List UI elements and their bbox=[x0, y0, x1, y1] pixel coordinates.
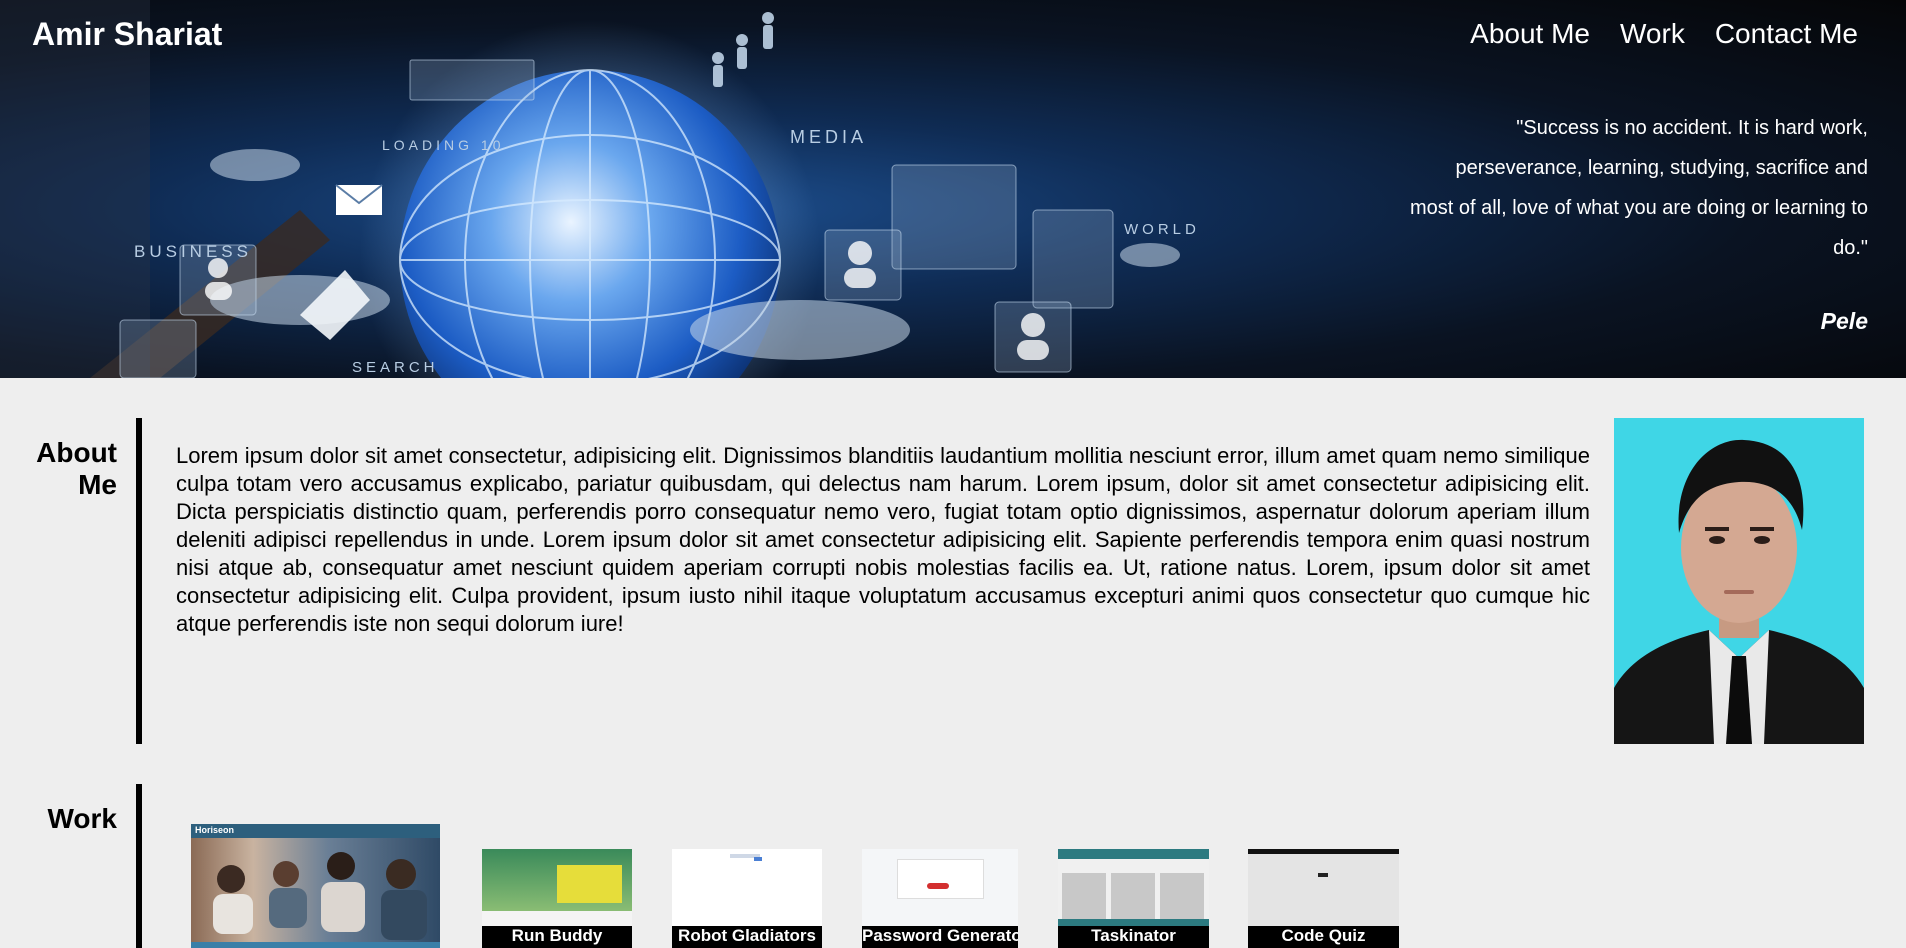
hero-text-business: BUSINESS bbox=[134, 242, 252, 261]
project-robot-gladiators[interactable]: Robot Gladiators bbox=[672, 849, 822, 948]
project-run-buddy[interactable]: Run Buddy bbox=[482, 849, 632, 948]
nav-link-contact-me[interactable]: Contact Me bbox=[1715, 18, 1858, 50]
hero-text-media: MEDIA bbox=[790, 127, 867, 147]
profile-photo bbox=[1614, 418, 1864, 744]
hero-text-search: SEARCH bbox=[352, 359, 439, 376]
main-nav: About Me Work Contact Me bbox=[1470, 18, 1858, 50]
about-body-text: Lorem ipsum dolor sit amet consectetur, … bbox=[176, 443, 1590, 636]
nav-link-about-me[interactable]: About Me bbox=[1470, 18, 1590, 50]
about-divider-bar bbox=[136, 418, 142, 744]
project-label-taskinator: Taskinator bbox=[1058, 926, 1209, 948]
project-password-generator[interactable]: Password Generator bbox=[862, 849, 1018, 948]
project-label-robot-gladiators: Robot Gladiators bbox=[672, 926, 822, 948]
project-featured-horiseon[interactable]: Horiseon bbox=[191, 824, 440, 948]
brand-link[interactable]: Amir Shariat bbox=[32, 16, 222, 53]
hero-header: LOADING 10 MEDIA BUSINESS WORLD SEARCH A… bbox=[0, 0, 1906, 378]
nav-link-work[interactable]: Work bbox=[1620, 18, 1685, 50]
work-section-title: Work bbox=[47, 803, 118, 834]
project-label-run-buddy: Run Buddy bbox=[482, 926, 632, 948]
project-code-quiz[interactable]: Code Quiz bbox=[1248, 849, 1399, 948]
quote-author: Pele bbox=[1820, 308, 1868, 334]
work-divider-bar bbox=[136, 784, 142, 948]
project-taskinator[interactable]: Taskinator bbox=[1058, 849, 1209, 948]
hero-text-world: WORLD bbox=[1124, 221, 1200, 238]
hero-quote: "Success is no accident. It is hard work… bbox=[1409, 117, 1868, 259]
about-section-title: About Me bbox=[36, 437, 117, 500]
project-label-password-generator: Password Generator bbox=[862, 926, 1018, 948]
project-label-code-quiz: Code Quiz bbox=[1248, 926, 1399, 948]
hero-text-loading: LOADING 10 bbox=[382, 137, 504, 153]
